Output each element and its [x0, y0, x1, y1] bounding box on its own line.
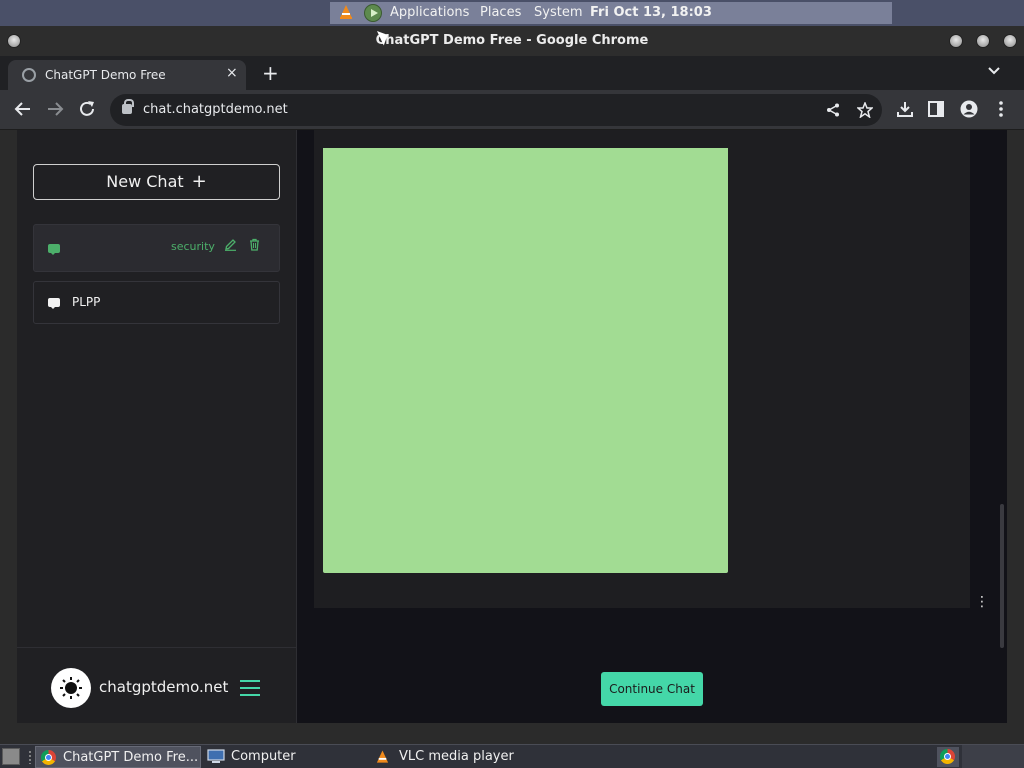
window-border-left: [0, 130, 17, 723]
tab-chatgpt-demo[interactable]: ChatGPT Demo Free ×: [8, 60, 246, 90]
chat-bubble-icon: [48, 298, 60, 309]
sun-icon: [60, 677, 82, 699]
generated-image: [323, 148, 728, 573]
menu-applications[interactable]: Applications: [390, 5, 469, 20]
scrollbar[interactable]: [1000, 504, 1004, 648]
lock-icon[interactable]: [122, 99, 134, 114]
taskbar-handle[interactable]: [28, 750, 32, 764]
task-vlc-window[interactable]: VLC media player: [373, 746, 533, 768]
hamburger-menu-icon[interactable]: [240, 680, 260, 696]
chat-item-security[interactable]: security: [33, 224, 280, 272]
chat-sidebar: New Chat + security PLPP chatgptdemo.net: [17, 130, 297, 723]
vlc-icon: [376, 750, 389, 763]
sidebar-footer: chatgptdemo.net: [17, 647, 297, 723]
clock[interactable]: Fri Oct 13, 18:03: [590, 5, 712, 20]
chat-bubble-icon: [48, 244, 60, 255]
window-title: ChatGPT Demo Free - Google Chrome: [375, 33, 649, 48]
top-panel: Applications Places System Fri Oct 13, 1…: [0, 0, 1024, 26]
edit-pencil-icon[interactable]: [224, 238, 237, 251]
back-arrow-icon[interactable]: [14, 101, 32, 117]
notification-area: [962, 745, 1024, 768]
chrome-icon: [41, 750, 56, 765]
tab-search-chevron-icon[interactable]: [988, 64, 1000, 78]
close-window-button[interactable]: [1003, 34, 1017, 48]
tab-title: ChatGPT Demo Free: [45, 68, 166, 82]
bookmark-star-icon[interactable]: [857, 102, 873, 118]
side-panel-icon[interactable]: [928, 101, 944, 117]
continue-chat-button[interactable]: Continue Chat: [601, 672, 703, 706]
download-icon[interactable]: [896, 100, 914, 118]
task-label: ChatGPT Demo Fre...: [63, 750, 199, 765]
site-name[interactable]: chatgptdemo.net: [99, 678, 228, 696]
menu-system[interactable]: System: [534, 5, 582, 20]
address-bar[interactable]: chat.chatgptdemo.net: [110, 94, 882, 126]
new-tab-button[interactable]: +: [262, 61, 279, 85]
chat-item-label: PLPP: [72, 295, 101, 309]
trash-icon[interactable]: [248, 238, 261, 251]
minimize-button[interactable]: [949, 34, 963, 48]
task-computer-window[interactable]: Computer: [205, 746, 365, 768]
browser-toolbar: chat.chatgptdemo.net: [0, 90, 1024, 130]
task-label: Computer: [231, 749, 296, 764]
plus-icon: +: [191, 171, 207, 192]
site-logo[interactable]: [51, 668, 91, 708]
maximize-button[interactable]: [976, 34, 990, 48]
chrome-icon: [940, 749, 955, 764]
web-page: New Chat + security PLPP chatgptdemo.net…: [17, 130, 1007, 723]
vlc-icon[interactable]: [338, 4, 354, 20]
tray-chrome-launcher[interactable]: [937, 747, 959, 767]
new-chat-label: New Chat: [106, 172, 184, 191]
globe-icon: [22, 68, 36, 82]
forward-arrow-icon[interactable]: [46, 101, 64, 117]
profile-icon[interactable]: [960, 100, 978, 118]
show-desktop-icon[interactable]: [2, 748, 20, 765]
window-border-right: [1007, 130, 1024, 723]
reload-icon[interactable]: [78, 100, 96, 118]
more-options-icon[interactable]: ⋮: [975, 594, 989, 610]
taskbar: ChatGPT Demo Fre... Computer VLC media p…: [0, 744, 1024, 768]
share-icon[interactable]: [826, 103, 840, 117]
task-label: VLC media player: [399, 749, 514, 764]
close-tab-icon[interactable]: ×: [226, 65, 238, 81]
menu-places[interactable]: Places: [480, 5, 521, 20]
url-text[interactable]: chat.chatgptdemo.net: [143, 102, 288, 117]
chat-item-plpp[interactable]: PLPP: [33, 281, 280, 324]
task-chrome-window[interactable]: ChatGPT Demo Fre...: [35, 746, 201, 768]
computer-icon: [207, 749, 225, 763]
media-player-icon[interactable]: [364, 4, 382, 22]
window-titlebar[interactable]: ChatGPT Demo Free - Google Chrome: [0, 26, 1024, 56]
chat-item-tag: security: [171, 240, 215, 253]
new-chat-button[interactable]: New Chat +: [33, 164, 280, 200]
chrome-menu-icon[interactable]: [998, 101, 1004, 117]
tab-strip: ChatGPT Demo Free × +: [0, 56, 1024, 90]
